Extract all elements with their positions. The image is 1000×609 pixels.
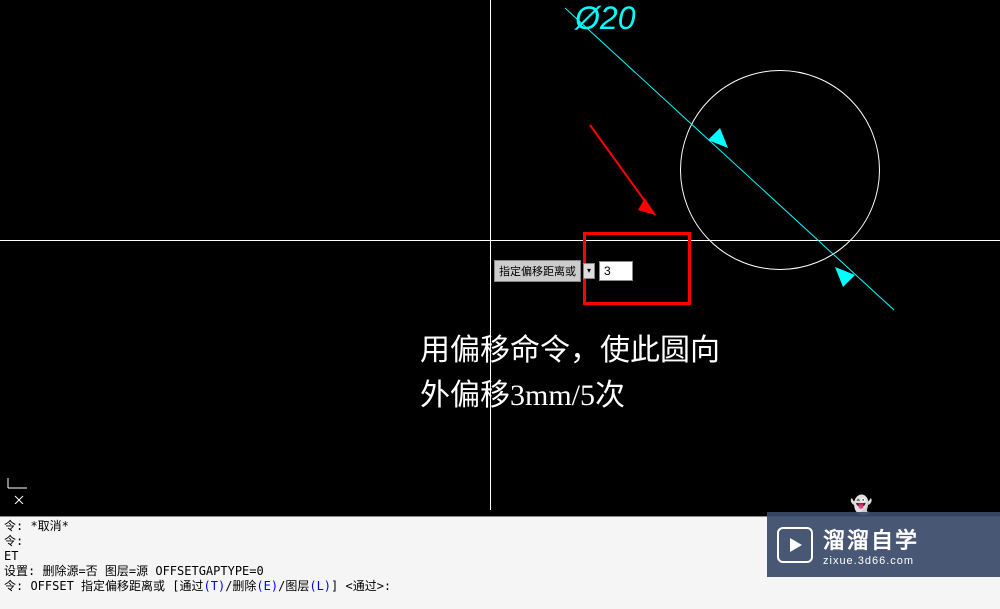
instruction-line-1: 用偏移命令，使此圆向 [420, 328, 720, 373]
tooltip-dropdown-icon[interactable]: ▾ [583, 263, 595, 279]
instruction-line-2: 外偏移3mm/5次 [420, 373, 720, 418]
play-icon [777, 527, 813, 563]
ucs-icon [5, 478, 31, 507]
drawn-circle[interactable] [680, 70, 880, 270]
command-option-erase[interactable]: (E) [256, 579, 278, 593]
offset-distance-input[interactable] [599, 261, 633, 281]
command-name: 令: OFFSET [4, 579, 74, 593]
tutorial-instruction: 用偏移命令，使此圆向 外偏移3mm/5次 [420, 328, 720, 418]
crosshair-vertical [490, 0, 491, 510]
cad-drawing-canvas[interactable]: Ø20 指定偏移距离或 ▾ 用偏移命令，使此圆向 外偏移3mm/5次 👻 [0, 0, 1000, 510]
watermark-url: zixue.3d66.com [823, 555, 919, 567]
command-option-through[interactable]: (T) [204, 579, 226, 593]
dynamic-input-tooltip: 指定偏移距离或 ▾ [494, 260, 633, 282]
watermark-title: 溜溜自学 [823, 523, 919, 555]
command-option-layer[interactable]: (L) [309, 579, 331, 593]
tooltip-prompt-label: 指定偏移距离或 [494, 260, 581, 282]
dimension-text: Ø20 [575, 0, 635, 37]
watermark-badge: 溜溜自学 zixue.3d66.com [767, 512, 1000, 577]
command-prompt-text: 指定偏移距离或 [通过 [81, 579, 203, 593]
annotation-arrow [580, 120, 680, 230]
command-prompt-line[interactable]: 令: OFFSET 指定偏移距离或 [通过(T)/删除(E)/图层(L)] <通… [4, 579, 996, 594]
